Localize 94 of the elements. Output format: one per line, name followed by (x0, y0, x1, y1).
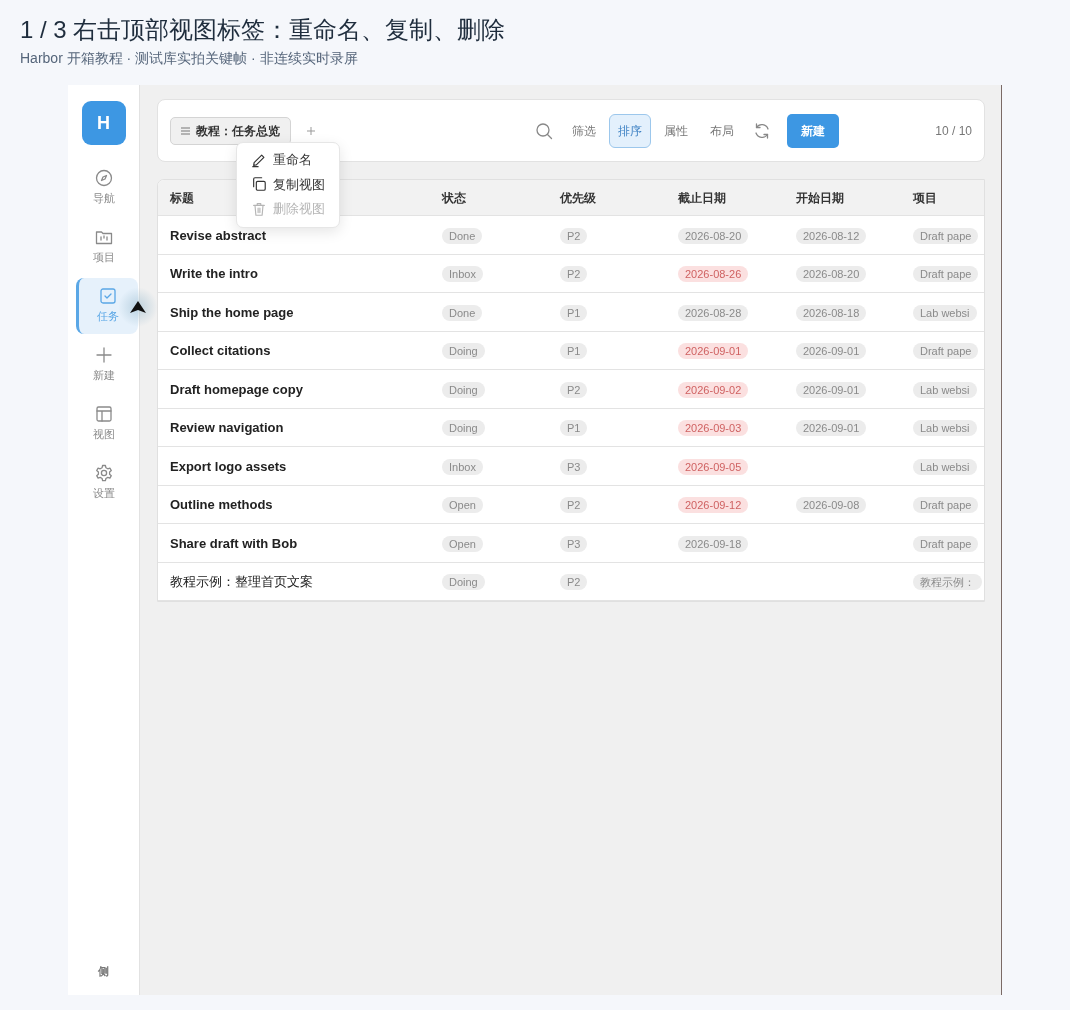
priority-tag: P1 (560, 420, 588, 437)
project-tag: Draft pape (913, 266, 979, 283)
priority-tag: P2 (560, 266, 588, 283)
compass-icon (94, 169, 113, 188)
task-title: Revise abstract (170, 227, 267, 243)
priority-tag: P2 (560, 574, 588, 591)
item-count: 10 / 10 (935, 122, 972, 140)
view-tab[interactable]: 教程：任务总览 (170, 116, 291, 145)
toolbar-tab[interactable]: 布局 (701, 113, 744, 148)
sidebar-item[interactable]: 设置 (72, 455, 135, 511)
start-date: 2026-08-12 (796, 227, 867, 244)
priority-tag: P3 (560, 535, 588, 552)
add-icon[interactable] (307, 126, 315, 135)
status-tag: Doing (442, 381, 485, 398)
menu-item[interactable]: 重命名 (241, 148, 335, 173)
status-tag: Doing (442, 574, 485, 591)
due-date: 2026-09-12 (678, 497, 749, 514)
copy-icon (251, 176, 267, 193)
due-date: 2026-09-02 (678, 381, 749, 398)
status-tag: Open (442, 535, 483, 552)
status-tag: Doing (442, 343, 485, 360)
pencil-icon (251, 151, 267, 168)
due-date: 2026-08-26 (678, 266, 749, 283)
sidebar-item[interactable]: 新建 (72, 337, 135, 393)
project-tag: Lab websi (913, 458, 977, 475)
project-tag: Draft pape (913, 343, 979, 360)
app-logo: H (81, 101, 126, 145)
due-date: 2026-09-01 (678, 343, 749, 360)
menu-icon (181, 126, 190, 135)
sidebar-item[interactable]: 视图 (72, 396, 135, 452)
trash-icon (251, 200, 267, 217)
column-header: 优先级 (560, 190, 596, 205)
due-date: 2026-08-20 (678, 227, 749, 244)
task-title: Review navigation (170, 420, 284, 436)
start-date: 2026-08-20 (796, 266, 867, 283)
start-date: 2026-08-18 (796, 304, 867, 321)
due-date: 2026-09-18 (678, 535, 749, 552)
status-tag: Open (442, 497, 483, 514)
status-tag: Inbox (442, 458, 483, 475)
column-header: 状态 (442, 190, 466, 205)
project-tag: Draft pape (913, 535, 979, 552)
task-title: Write the intro (170, 266, 258, 282)
due-date: 2026-09-03 (678, 420, 749, 437)
toolbar-tab[interactable]: 排序 (609, 113, 652, 148)
priority-tag: P2 (560, 497, 588, 514)
priority-tag: P2 (560, 381, 588, 398)
task-title: Collect citations (170, 343, 271, 359)
sidebar-item[interactable]: 项目 (72, 219, 135, 275)
sidebar-item[interactable]: 导航 (72, 160, 135, 216)
project-tag: 教程示例： (913, 574, 982, 591)
column-header: 项目 (913, 190, 937, 205)
sidebar-label: 侧 (98, 963, 109, 979)
new-button[interactable]: 新建 (787, 113, 840, 148)
status-tag: Done (442, 304, 483, 321)
toolbar-tab[interactable]: 属性 (655, 113, 698, 148)
project-tag: Draft pape (913, 497, 979, 514)
start-date: 2026-09-01 (796, 420, 867, 437)
gear-icon (94, 464, 113, 483)
status-tag: Done (442, 227, 483, 244)
plus-icon (94, 346, 113, 365)
start-date: 2026-09-08 (796, 497, 867, 514)
sidebar-item[interactable]: 任务 (75, 278, 138, 334)
toolbar-tab[interactable]: 筛选 (563, 113, 606, 148)
layout-icon (94, 405, 113, 424)
page-title: 1 / 3 右击顶部视图标签：重命名、复制、删除 (20, 15, 507, 45)
due-date: 2026-09-05 (678, 458, 749, 475)
task-title: Draft homepage copy (170, 381, 303, 397)
project-tag: Lab websi (913, 420, 977, 437)
status-tag: Inbox (442, 266, 483, 283)
task-title: Export logo assets (170, 458, 287, 474)
column-header: 开始日期 (796, 190, 844, 205)
project-tag: Lab websi (913, 304, 977, 321)
page-subtitle: Harbor 开箱教程 · 测试库实拍关键帧 · 非连续实时录屏 (20, 49, 359, 68)
start-date: 2026-09-01 (796, 381, 867, 398)
priority-tag: P2 (560, 227, 588, 244)
start-date: 2026-09-01 (796, 343, 867, 360)
menu-item[interactable]: 复制视图 (241, 172, 335, 197)
project-tag: Draft pape (913, 227, 979, 244)
task-title: Outline methods (170, 497, 273, 513)
project-tag: Lab websi (913, 381, 977, 398)
priority-tag: P3 (560, 458, 588, 475)
task-title: Share draft with Bob (170, 535, 298, 551)
priority-tag: P1 (560, 343, 588, 360)
column-header: 截止日期 (678, 190, 726, 205)
cursor-icon (130, 300, 146, 314)
search-icon (535, 121, 554, 140)
task-title: Ship the home page (170, 304, 294, 320)
folder-icon (94, 228, 113, 247)
priority-tag: P1 (560, 304, 588, 321)
checkbox-icon (99, 287, 117, 306)
task-title: 教程示例：整理首页文案 (170, 574, 313, 590)
column-header: 标题 (170, 190, 194, 205)
due-date: 2026-08-28 (678, 304, 749, 321)
status-tag: Doing (442, 420, 485, 437)
